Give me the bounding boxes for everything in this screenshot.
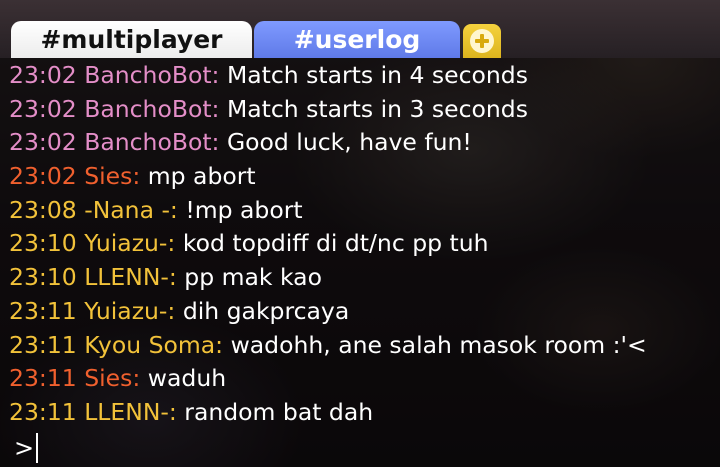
chat-message: 23:11 Yuiazu-: dih gakprcaya bbox=[9, 295, 714, 329]
message-username[interactable]: Sies: bbox=[84, 364, 140, 392]
message-time: 23:11 bbox=[9, 330, 77, 359]
chat-message: 23:02 BanchoBot: Match starts in 3 secon… bbox=[9, 93, 714, 127]
message-time: 23:02 bbox=[9, 94, 77, 123]
message-time: 23:10 bbox=[9, 263, 77, 292]
tab-label: #multiplayer bbox=[40, 25, 223, 54]
message-time: 23:02 bbox=[9, 128, 77, 157]
message-username[interactable]: LLENN-: bbox=[84, 398, 177, 426]
plus-circle-icon bbox=[470, 29, 494, 53]
chat-message: 23:11 Kyou Soma: wadohh, ane salah masok… bbox=[9, 329, 714, 363]
message-text: Match starts in 4 seconds bbox=[226, 61, 528, 89]
chat-input[interactable]: > bbox=[14, 430, 39, 466]
input-prompt: > bbox=[14, 434, 35, 462]
message-username[interactable]: Yuiazu-: bbox=[84, 229, 175, 257]
message-text: waduh bbox=[147, 364, 227, 393]
message-time: 23:10 bbox=[9, 229, 77, 258]
message-text: Match starts in 3 seconds bbox=[226, 94, 528, 123]
message-text: pp mak kao bbox=[184, 263, 322, 292]
message-text: random bat dah bbox=[184, 397, 374, 426]
message-time: 23:11 bbox=[9, 397, 77, 426]
message-text: Good luck, have fun! bbox=[226, 128, 472, 157]
message-username[interactable]: BanchoBot: bbox=[84, 61, 219, 89]
message-username[interactable]: Yuiazu-: bbox=[84, 297, 175, 325]
chat-message: 23:11 LLENN-: random bat dah bbox=[9, 396, 714, 430]
tab-multiplayer[interactable]: #multiplayer bbox=[11, 21, 252, 58]
message-text: !mp abort bbox=[185, 195, 303, 224]
message-time: 23:02 bbox=[9, 162, 77, 191]
text-cursor bbox=[36, 433, 39, 463]
chat-message: 23:02 BanchoBot: Good luck, have fun! bbox=[9, 126, 714, 160]
chat-message: 23:10 LLENN-: pp mak kao bbox=[9, 261, 714, 295]
message-text: dih gakprcaya bbox=[182, 296, 350, 325]
chat-message: 23:11 Sies: waduh bbox=[9, 362, 714, 396]
message-username[interactable]: BanchoBot: bbox=[84, 95, 219, 123]
message-list: 23:02 BanchoBot: Match starts in 4 secon… bbox=[9, 59, 714, 430]
chat-message: 23:10 Yuiazu-: kod topdiff di dt/nc pp t… bbox=[9, 227, 714, 261]
message-username[interactable]: Sies: bbox=[84, 162, 140, 190]
message-username[interactable]: BanchoBot: bbox=[84, 128, 219, 156]
message-username[interactable]: -Nana -: bbox=[84, 196, 178, 224]
chat-message: 23:02 BanchoBot: Match starts in 4 secon… bbox=[9, 59, 714, 93]
chat-panel: 23:02 BanchoBot: Match starts in 4 secon… bbox=[0, 58, 720, 467]
message-time: 23:11 bbox=[9, 364, 77, 393]
chat-message: 23:08 -Nana -: !mp abort bbox=[9, 194, 714, 228]
message-username[interactable]: Kyou Soma: bbox=[84, 331, 223, 359]
chat-message: 23:02 Sies: mp abort bbox=[9, 160, 714, 194]
message-time: 23:11 bbox=[9, 296, 77, 325]
message-username[interactable]: LLENN-: bbox=[84, 263, 177, 291]
message-text: mp abort bbox=[147, 162, 256, 191]
channel-tab-bar: #multiplayer #userlog bbox=[0, 18, 720, 58]
chat-window: #multiplayer #userlog 23:02 BanchoBot: M… bbox=[0, 0, 720, 467]
tab-userlog[interactable]: #userlog bbox=[254, 21, 460, 58]
message-text: kod topdiff di dt/nc pp tuh bbox=[182, 229, 489, 258]
message-time: 23:08 bbox=[9, 195, 77, 224]
add-channel-button[interactable] bbox=[463, 24, 501, 58]
message-time: 23:02 bbox=[9, 61, 77, 89]
tab-label: #userlog bbox=[293, 25, 421, 54]
message-text: wadohh, ane salah masok room :'< bbox=[230, 330, 647, 359]
